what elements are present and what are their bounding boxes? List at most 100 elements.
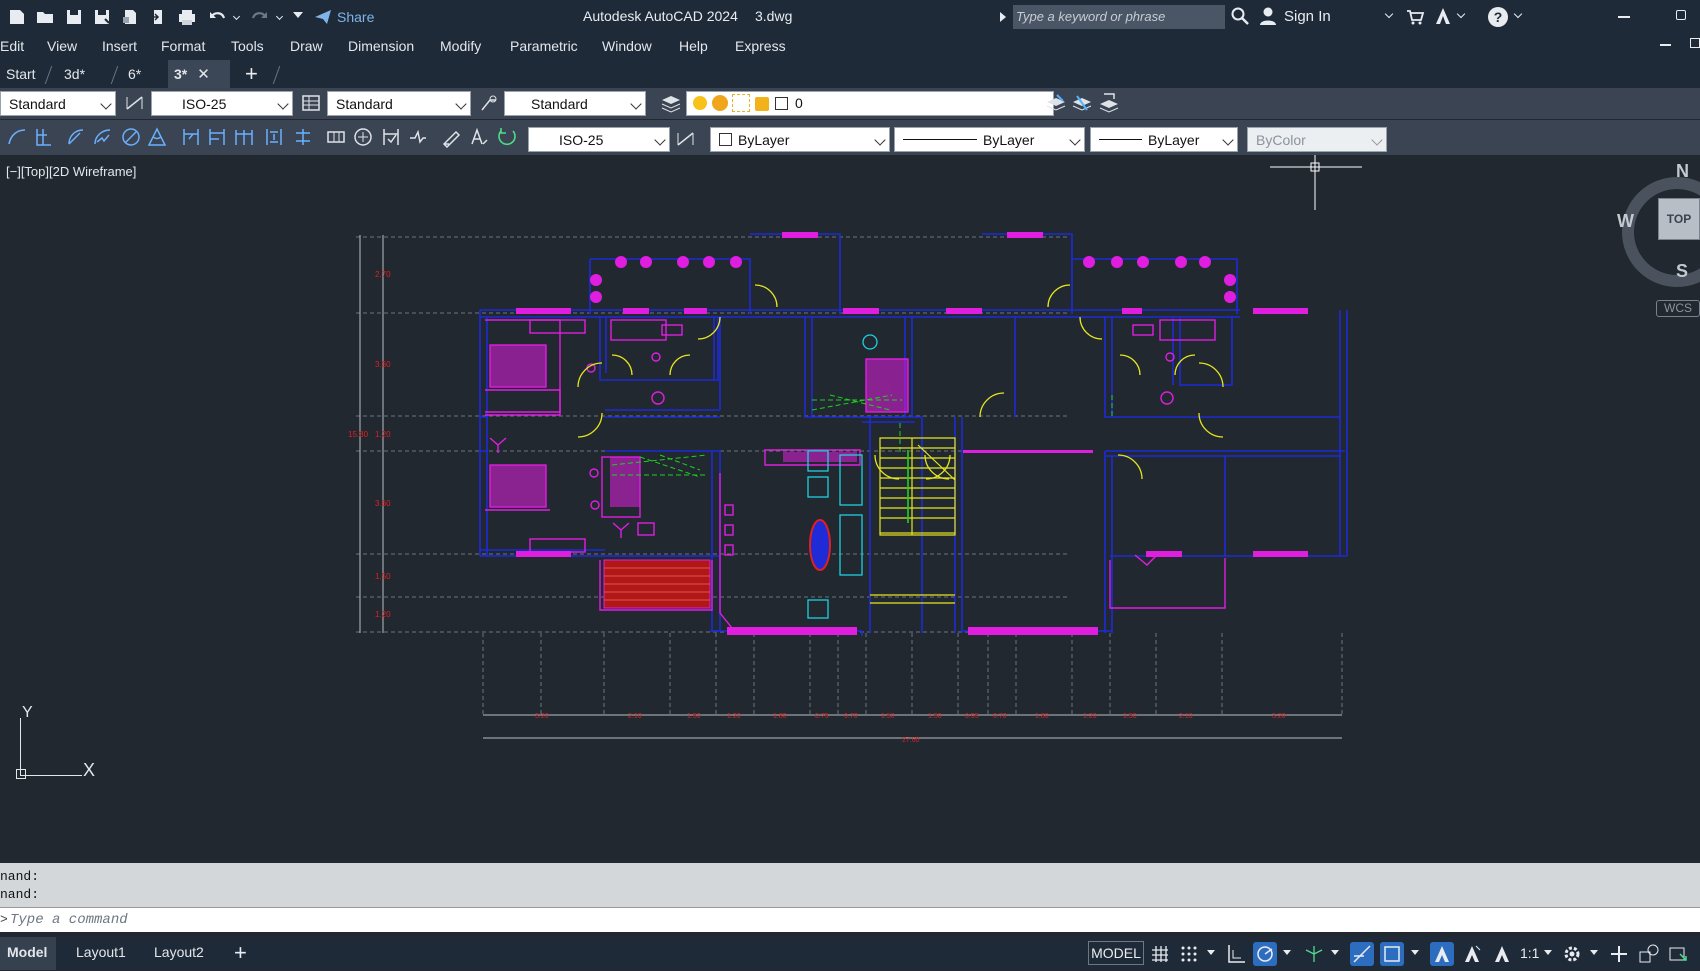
layer-combo[interactable]: 0 [686, 91, 1054, 116]
dim-baseline-icon[interactable] [206, 126, 228, 148]
multileader-style-combo[interactable]: Standard [504, 91, 646, 116]
menu-format[interactable]: Format [161, 38, 205, 54]
isodraft-dropdown-icon[interactable] [1331, 950, 1339, 955]
dim-arc-icon[interactable] [6, 126, 28, 148]
new-tab-plus-icon[interactable]: + [245, 63, 258, 85]
jogged-linear-icon[interactable] [407, 126, 429, 148]
model-space-button[interactable]: MODEL [1088, 941, 1144, 965]
dim-style-combo-2[interactable]: ISO-25 [528, 127, 670, 152]
menu-window[interactable]: Window [602, 38, 652, 54]
tab-3d[interactable]: 3d* [58, 60, 91, 88]
hardware-acceleration-icon[interactable] [1666, 942, 1690, 966]
share-drawing-icon[interactable] [147, 6, 169, 28]
isodraft-icon[interactable] [1302, 942, 1326, 966]
undo-dropdown-icon[interactable] [232, 12, 241, 21]
search-input[interactable]: Type a keyword or phrase [1013, 5, 1225, 29]
dim-update-icon[interactable] [496, 126, 518, 148]
table-style-icon[interactable] [300, 92, 322, 114]
close-tab-icon[interactable]: ✕ [197, 65, 210, 83]
grid-display-icon[interactable] [1148, 942, 1172, 966]
object-snap-icon[interactable] [1380, 942, 1404, 966]
open-web-icon[interactable] [119, 6, 141, 28]
layer-thaw-sun-icon[interactable] [712, 95, 728, 111]
polar-tracking-icon[interactable] [1253, 942, 1277, 966]
sign-in-dropdown-icon[interactable] [1384, 9, 1394, 19]
dim-ordinate-icon[interactable] [31, 126, 53, 148]
search-expand-icon[interactable] [1000, 12, 1006, 22]
annotation-scale-icon[interactable] [1490, 942, 1514, 966]
viewcube-north[interactable]: N [1676, 161, 1689, 182]
ortho-mode-icon[interactable] [1224, 942, 1248, 966]
wcs-menu[interactable]: WCS [1656, 300, 1700, 317]
menu-modify[interactable]: Modify [440, 38, 481, 54]
scale-dropdown-icon[interactable] [1544, 950, 1552, 955]
dim-style-manager-icon[interactable] [675, 128, 697, 150]
restore-icon[interactable] [1676, 10, 1686, 20]
units-icon[interactable] [1637, 942, 1661, 966]
dim-angular-icon[interactable] [146, 126, 168, 148]
autodesk-app-icon[interactable] [1433, 6, 1453, 26]
lineweight-combo[interactable]: ByLayer [1090, 127, 1238, 152]
dim-jogged-icon[interactable] [92, 126, 114, 148]
annotation-scale-value[interactable]: 1:1 [1520, 945, 1539, 961]
cart-icon[interactable] [1405, 7, 1425, 27]
color-combo[interactable]: ByLayer [710, 127, 890, 152]
layout-tab-model[interactable]: Model [7, 944, 47, 960]
menu-view[interactable]: View [47, 38, 77, 54]
plot-icon[interactable] [176, 6, 198, 28]
tolerance-icon[interactable] [325, 126, 347, 148]
viewcube-south[interactable]: S [1676, 261, 1688, 282]
linetype-combo[interactable]: ByLayer [894, 127, 1085, 152]
dim-break-icon[interactable] [292, 126, 314, 148]
open-folder-icon[interactable] [34, 6, 56, 28]
center-mark-icon[interactable] [352, 126, 374, 148]
dim-style-combo[interactable]: ISO-25 [151, 91, 293, 116]
doc-restore-icon[interactable] [1690, 38, 1700, 48]
drawing-area[interactable]: [−][Top][2D Wireframe] 2.70 3.60 1.20 3.… [0, 155, 1700, 863]
layer-viewport-freeze-icon[interactable] [732, 94, 750, 112]
help-icon[interactable]: ? [1488, 7, 1508, 27]
help-dropdown-icon[interactable] [1513, 9, 1523, 19]
text-style-combo[interactable]: Standard [0, 91, 116, 116]
snap-mode-icon[interactable] [1177, 942, 1201, 966]
inspect-icon[interactable] [380, 126, 402, 148]
dim-continue-icon[interactable] [233, 126, 255, 148]
layer-unlock-icon[interactable] [755, 97, 769, 111]
tab-start[interactable]: Start [0, 60, 42, 88]
menu-dimension[interactable]: Dimension [348, 38, 414, 54]
quick-dim-icon[interactable] [180, 126, 202, 148]
menu-edit[interactable]: Edit [0, 38, 24, 54]
save-icon[interactable] [63, 6, 85, 28]
sign-in-link[interactable]: Sign In [1284, 8, 1331, 25]
polar-dropdown-icon[interactable] [1283, 950, 1291, 955]
workspace-dropdown-icon[interactable] [1590, 950, 1598, 955]
make-layer-current-icon[interactable] [1045, 92, 1067, 114]
dim-space-icon[interactable] [263, 126, 285, 148]
share-button[interactable]: Share [313, 6, 383, 28]
app-dropdown-icon[interactable] [1456, 9, 1466, 19]
add-layout-plus-icon[interactable]: + [234, 940, 247, 966]
save-as-icon[interactable] [91, 6, 113, 28]
layer-previous-icon[interactable] [1098, 92, 1120, 114]
layout-tab-layout1[interactable]: Layout1 [76, 944, 126, 960]
viewcube-top-face[interactable]: TOP [1658, 198, 1700, 240]
doc-minimize-icon[interactable] [1660, 44, 1671, 46]
menu-draw[interactable]: Draw [290, 38, 323, 54]
menu-express[interactable]: Express [735, 38, 786, 54]
dim-style-icon[interactable] [124, 92, 146, 114]
layer-on-bulb-icon[interactable] [693, 96, 707, 110]
layout-tab-layout2[interactable]: Layout2 [154, 944, 204, 960]
workspace-gear-icon[interactable] [1560, 942, 1584, 966]
search-icon[interactable] [1230, 6, 1250, 26]
menu-insert[interactable]: Insert [102, 38, 137, 54]
minimize-icon[interactable] [1618, 16, 1630, 18]
menu-tools[interactable]: Tools [231, 38, 264, 54]
redo-dropdown-icon[interactable] [275, 12, 284, 21]
auto-scale-icon[interactable] [1460, 942, 1484, 966]
osnap-dropdown-icon[interactable] [1411, 950, 1419, 955]
undo-icon[interactable] [207, 6, 229, 28]
multileader-style-icon[interactable] [478, 92, 500, 114]
tab-6[interactable]: 6* [122, 60, 147, 88]
annotation-monitor-plus-icon[interactable] [1607, 942, 1631, 966]
layer-match-icon[interactable] [1071, 92, 1093, 114]
